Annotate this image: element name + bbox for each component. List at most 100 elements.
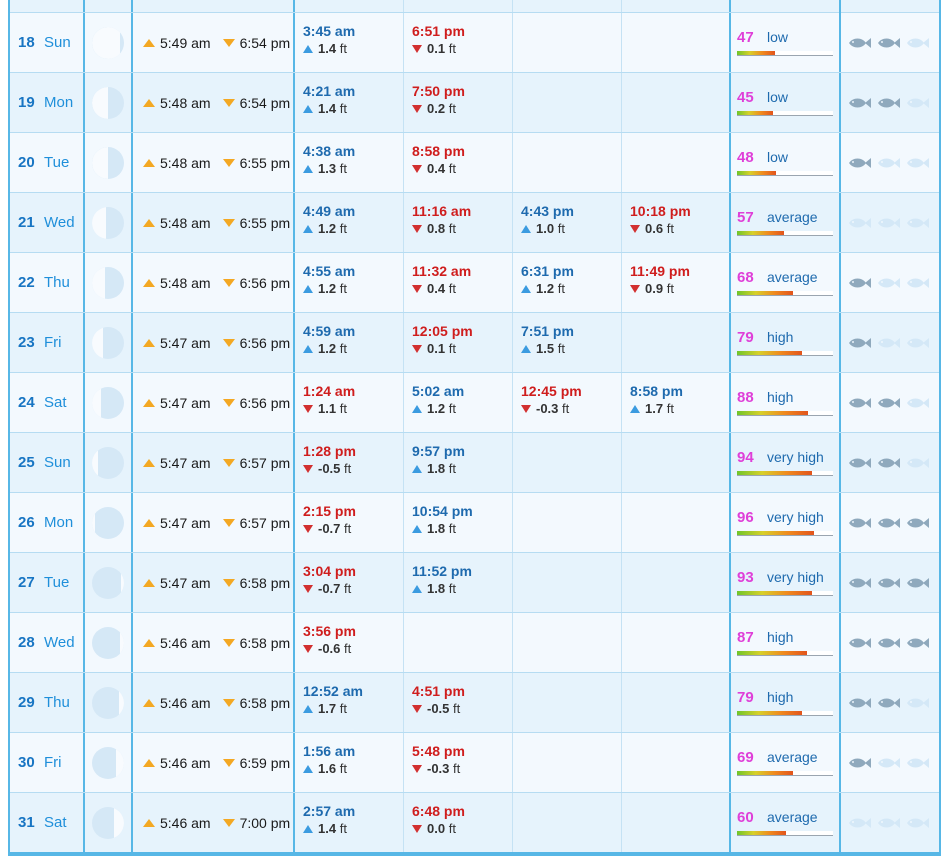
table-row[interactable]: 29 Thu 5:46 am 6:58 pm 12:52 am 1.7 ft 4:51 pm… [10, 672, 939, 732]
day-cell[interactable]: 20 Tue [10, 133, 85, 192]
fish-icon [849, 457, 871, 468]
high-tide-icon [303, 105, 313, 113]
day-cell[interactable]: 26 Mon [10, 493, 85, 552]
sunrise-time: 5:47 am [160, 394, 211, 411]
day-cell[interactable]: 22 Thu [10, 253, 85, 312]
fish-rating [841, 253, 939, 312]
fish-rating [841, 133, 939, 192]
tide-unit: ft [339, 821, 347, 836]
day-cell[interactable]: 30 Fri [10, 733, 85, 792]
activity-score: 68 average [731, 253, 841, 312]
moon-phase-icon [92, 746, 124, 779]
score-label: very high [767, 569, 824, 585]
tide-time: 1:24 am [303, 383, 356, 399]
day-cell[interactable]: 25 Sun [10, 433, 85, 492]
tide-height: 1.4 [318, 821, 337, 836]
moon-phase-icon [92, 446, 124, 479]
tide-unit: ft [453, 701, 461, 716]
tide-cell [622, 133, 731, 192]
sunrise-sunset: 5:46 am 6:58 pm [133, 673, 295, 732]
score-value: 57 [737, 209, 754, 226]
day-cell[interactable]: 19 Mon [10, 73, 85, 132]
day-of-week: Fri [44, 754, 62, 771]
fish-icon [849, 517, 871, 528]
fish-rating [841, 433, 939, 492]
score-label: very high [767, 509, 824, 525]
day-cell[interactable]: 28 Wed [10, 613, 85, 672]
fish-icon [878, 817, 900, 828]
fish-rating [841, 793, 939, 852]
tide-time: 2:57 am [303, 803, 356, 819]
high-tide-icon [521, 285, 531, 293]
sunset-time: 6:56 pm [239, 334, 291, 351]
tide-cell: 6:48 pm 0.0 ft [404, 793, 513, 852]
low-tide-icon [412, 825, 422, 833]
tide-time: 11:52 pm [412, 563, 472, 579]
score-bar [737, 651, 833, 656]
table-row[interactable]: 19 Mon 5:48 am 6:54 pm 4:21 am 1.4 ft 7:50 pm 0… [10, 72, 939, 132]
tide-height: 1.2 [427, 401, 446, 416]
tide-time: 11:16 am [412, 203, 472, 219]
day-number: 19 [18, 94, 35, 111]
tide-cell [622, 793, 731, 852]
day-cell[interactable]: 18 Sun [10, 13, 85, 72]
score-label: average [767, 749, 818, 765]
tide-cell: 7:50 pm 0.2 ft [404, 73, 513, 132]
tide-cell: 11:52 pm 1.8 ft [404, 553, 513, 612]
tide-cell: 2:57 am 1.4 ft [295, 793, 404, 852]
sunset-time: 6:58 pm [239, 634, 291, 651]
day-cell[interactable]: 21 Wed [10, 193, 85, 252]
sunrise-time: 5:46 am [160, 754, 211, 771]
day-cell[interactable]: 24 Sat [10, 373, 85, 432]
table-row[interactable]: 30 Fri 5:46 am 6:59 pm 1:56 am 1.6 ft 5:48 pm -… [10, 732, 939, 792]
table-row[interactable]: 22 Thu 5:48 am 6:56 pm 4:55 am 1.2 ft 11:32 am… [10, 252, 939, 312]
high-tide-icon [303, 705, 313, 713]
tide-time: 8:58 pm [630, 383, 683, 399]
tide-cell [622, 493, 731, 552]
table-row[interactable]: 24 Sat 5:47 am 6:56 pm 1:24 am 1.1 ft 5:02 am 1… [10, 372, 939, 432]
tide-height: -0.3 [427, 761, 450, 776]
table-row[interactable]: 31 Sat 5:46 am 7:00 pm 2:57 am 1.4 ft 6:48 pm 0… [10, 792, 939, 852]
tide-time: 4:43 pm [521, 203, 574, 219]
sunrise-sunset: 5:46 am 6:58 pm [133, 613, 295, 672]
tide-cell: 1:24 am 1.1 ft [295, 373, 404, 432]
table-row[interactable]: 21 Wed 5:48 am 6:55 pm 4:49 am 1.2 ft 11:16 am… [10, 192, 939, 252]
tide-height: 0.6 [645, 221, 664, 236]
tide-unit: ft [339, 701, 347, 716]
tide-height: 1.6 [318, 761, 337, 776]
sunrise-time: 5:49 am [160, 34, 211, 51]
sunrise-icon [143, 818, 155, 827]
day-cell[interactable]: 29 Thu [10, 673, 85, 732]
fish-icon [907, 757, 929, 768]
table-row[interactable]: 27 Tue 5:47 am 6:58 pm 3:04 pm -0.7 ft 11:52 p… [10, 552, 939, 612]
table-row[interactable]: 18 Sun 5:49 am 6:54 pm 3:45 am 1.4 ft 6:51 pm 0… [10, 12, 939, 72]
day-cell[interactable]: 27 Tue [10, 553, 85, 612]
table-row[interactable]: 26 Mon 5:47 am 6:57 pm 2:15 pm -0.7 ft 10:54 p… [10, 492, 939, 552]
moon-phase-icon [92, 506, 124, 539]
table-row[interactable]: 23 Fri 5:47 am 6:56 pm 4:59 am 1.2 ft 12:05 pm… [10, 312, 939, 372]
fish-icon [849, 577, 871, 588]
fish-icon [849, 97, 871, 108]
score-value: 94 [737, 449, 754, 466]
score-label: high [767, 689, 794, 705]
day-cell[interactable]: 23 Fri [10, 313, 85, 372]
day-number: 29 [18, 694, 35, 711]
fish-icon [907, 277, 929, 288]
fish-icon [849, 757, 871, 768]
tide-cell: 4:51 pm -0.5 ft [404, 673, 513, 732]
table-row[interactable]: 20 Tue 5:48 am 6:55 pm 4:38 am 1.3 ft 8:58 pm 0… [10, 132, 939, 192]
sunset-time: 6:58 pm [239, 694, 291, 711]
tide-time: 4:55 am [303, 263, 356, 279]
tide-height: 1.2 [536, 281, 555, 296]
sunset-icon [222, 38, 235, 47]
day-of-week: Sat [44, 814, 67, 831]
day-cell[interactable]: 31 Sat [10, 793, 85, 852]
moon-phase-icon [92, 386, 124, 419]
table-row[interactable]: 28 Wed 5:46 am 6:58 pm 3:56 pm -0.6 ft 87 high [10, 612, 939, 672]
table-row[interactable]: 25 Sun 5:47 am 6:57 pm 1:28 pm -0.5 ft 9:57 pm… [10, 432, 939, 492]
sunrise-icon [143, 98, 155, 107]
tide-unit: ft [666, 221, 674, 236]
tide-height: -0.6 [318, 641, 341, 656]
tide-cell: 12:45 pm -0.3 ft [513, 373, 622, 432]
tide-cell [622, 553, 731, 612]
